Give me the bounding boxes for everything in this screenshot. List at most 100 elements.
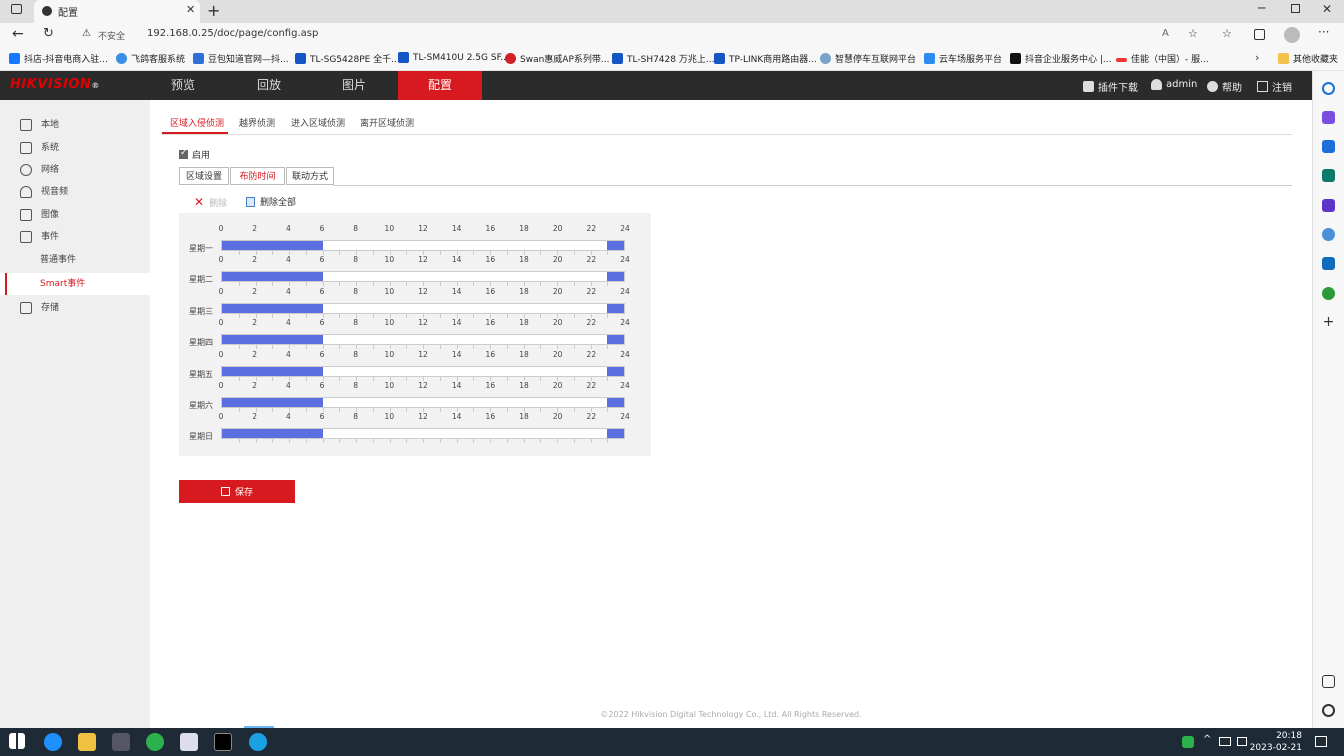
schedule-timeline-bar[interactable] xyxy=(221,365,625,381)
sidebar-item-smart-event[interactable]: Smart事件 xyxy=(0,273,150,295)
read-aloud-icon[interactable]: A xyxy=(1162,28,1169,39)
address-field[interactable]: ⚠ 不安全 192.168.0.25/doc/page/config.asp xyxy=(74,25,1214,46)
favorite-add-icon[interactable]: ☆ xyxy=(1188,27,1198,40)
schedule-time-segment[interactable] xyxy=(607,429,624,439)
nav-preview[interactable]: 预览 xyxy=(141,71,225,100)
restore-icon[interactable] xyxy=(1291,4,1300,13)
schedule-time-segment[interactable] xyxy=(222,429,323,439)
tab-region-exiting[interactable]: 离开区域侦测 xyxy=(360,116,414,129)
outlook-icon[interactable] xyxy=(1322,257,1335,270)
schedule-timeline-bar[interactable] xyxy=(221,397,625,412)
bookmark-item[interactable]: Swan惠威AP系列带... xyxy=(505,52,609,65)
schedule-time-segment[interactable] xyxy=(222,398,323,407)
back-icon[interactable]: ← xyxy=(12,26,24,42)
ie-icon[interactable] xyxy=(44,733,62,751)
bookmark-item[interactable]: 云车场服务平台 xyxy=(924,52,1002,65)
favorites-icon[interactable]: ☆ xyxy=(1222,27,1232,40)
schedule-timeline-bar[interactable] xyxy=(221,334,625,350)
sidebar-item-system[interactable]: 系统 xyxy=(0,137,150,159)
sidebar-item-local[interactable]: 本地 xyxy=(0,114,150,136)
schedule-timeline-bar[interactable] xyxy=(221,271,625,287)
tab-region-entrance[interactable]: 进入区域侦测 xyxy=(291,116,345,129)
bookmark-item[interactable]: TL-SH7428 万兆上... xyxy=(612,52,714,65)
profile-avatar[interactable] xyxy=(1284,27,1300,43)
tree-icon[interactable] xyxy=(1322,287,1335,300)
bookmark-item[interactable]: 智慧停车互联网平台 xyxy=(820,52,916,65)
sidebar-item-basic-event[interactable]: 普通事件 xyxy=(0,249,150,271)
network-icon[interactable] xyxy=(1219,737,1231,746)
sidebar-item-image[interactable]: 图像 xyxy=(0,204,150,226)
bookmark-item[interactable]: 豆包知道官网—抖... xyxy=(193,52,289,65)
schedule-time-segment[interactable] xyxy=(607,272,624,282)
schedule-time-segment[interactable] xyxy=(607,366,624,376)
terminal-icon[interactable] xyxy=(214,733,232,751)
enable-checkbox[interactable] xyxy=(179,148,188,159)
sidebar-item-storage[interactable]: 存储 xyxy=(0,297,150,319)
bookmark-folder-other[interactable]: 其他收藏夹 xyxy=(1278,52,1338,65)
bookmarks-overflow-icon[interactable]: › xyxy=(1255,51,1259,64)
tray-chevron-icon[interactable]: ^ xyxy=(1203,734,1211,745)
nav-playback[interactable]: 回放 xyxy=(227,71,311,100)
games-icon[interactable] xyxy=(1322,199,1335,212)
step-tab-arming-schedule[interactable]: 布防时间 xyxy=(230,167,285,185)
tab-actions-icon[interactable] xyxy=(11,4,22,14)
tab-intrusion-detection[interactable]: 区域入侵侦测 xyxy=(170,116,224,129)
delete-all-button[interactable]: 删除全部 xyxy=(246,195,296,208)
plugin-download-link[interactable]: 插件下载 xyxy=(1083,79,1138,94)
bookmark-item[interactable]: 佳能（中国）- 服... xyxy=(1116,52,1209,65)
bookmark-item[interactable]: 抖店-抖音电商入驻... xyxy=(9,52,108,65)
schedule-timeline-bar[interactable] xyxy=(221,240,625,255)
more-menu-icon[interactable]: ··· xyxy=(1318,25,1329,39)
schedule-time-segment[interactable] xyxy=(607,398,624,407)
schedule-time-segment[interactable] xyxy=(607,241,624,250)
delete-button[interactable]: ✕ 删除 xyxy=(194,195,227,209)
app-icon[interactable] xyxy=(112,733,130,751)
tab-line-crossing[interactable]: 越界侦测 xyxy=(239,116,275,129)
nav-configuration[interactable]: 配置 xyxy=(398,71,482,100)
notification-icon[interactable] xyxy=(1315,736,1327,747)
wechat-icon[interactable] xyxy=(146,733,164,751)
schedule-timeline-bar[interactable] xyxy=(221,428,625,444)
window-close-icon[interactable]: ✕ xyxy=(1322,2,1332,16)
taskbar-clock[interactable]: 20:18 2023-02-21 xyxy=(1250,730,1302,754)
volume-icon[interactable] xyxy=(1237,737,1247,746)
nav-picture[interactable]: 图片 xyxy=(312,71,396,100)
minimize-icon[interactable]: ─ xyxy=(1258,1,1265,15)
bookmark-item[interactable]: TL-SG5428PE 全千... xyxy=(295,52,400,65)
schedule-time-segment[interactable] xyxy=(222,303,323,313)
schedule-time-segment[interactable] xyxy=(222,272,323,282)
schedule-time-segment[interactable] xyxy=(607,303,624,313)
app-window-icon[interactable] xyxy=(180,733,198,751)
shopping-icon[interactable] xyxy=(1322,140,1335,153)
sidebar-item-audio-video[interactable]: 视音频 xyxy=(0,181,150,203)
help-link[interactable]: 帮助 xyxy=(1207,79,1242,94)
schedule-time-segment[interactable] xyxy=(222,335,323,345)
bookmark-item[interactable]: 飞鸽客服系统 xyxy=(116,52,185,65)
copilot-icon[interactable] xyxy=(1322,111,1335,124)
tray-app-icon[interactable] xyxy=(1182,736,1194,748)
collections-icon[interactable] xyxy=(1254,29,1265,40)
hide-sidebar-icon[interactable] xyxy=(1322,675,1335,688)
schedule-time-segment[interactable] xyxy=(607,335,624,345)
sidebar-item-event[interactable]: 事件 xyxy=(0,226,150,248)
windows-start-icon[interactable] xyxy=(9,733,25,749)
new-tab-icon[interactable]: + xyxy=(207,1,220,20)
bookmark-item[interactable]: 抖音企业服务中心 |... xyxy=(1010,52,1111,65)
logout-link[interactable]: 注销 xyxy=(1257,79,1292,94)
edge-icon[interactable] xyxy=(249,733,267,751)
browser-tab-active[interactable]: 配置 ✕ xyxy=(34,0,200,23)
sidebar-item-network[interactable]: 网络 xyxy=(0,159,150,181)
file-explorer-icon[interactable] xyxy=(78,733,96,751)
tab-close-icon[interactable]: ✕ xyxy=(186,3,195,16)
step-tab-linkage-method[interactable]: 联动方式 xyxy=(286,167,334,185)
schedule-timeline-bar[interactable] xyxy=(221,302,625,318)
schedule-time-segment[interactable] xyxy=(222,241,323,250)
add-icon[interactable]: + xyxy=(1322,315,1335,329)
settings-gear-icon[interactable] xyxy=(1322,704,1335,717)
user-menu[interactable]: admin xyxy=(1151,79,1197,90)
enable-checkbox-row[interactable]: 启用 xyxy=(179,148,210,161)
bookmark-item[interactable]: TP-LINK商用路由器... xyxy=(714,52,817,65)
schedule-time-segment[interactable] xyxy=(222,366,323,376)
refresh-icon[interactable]: ↻ xyxy=(43,26,54,41)
save-button[interactable]: 保存 xyxy=(179,480,295,503)
